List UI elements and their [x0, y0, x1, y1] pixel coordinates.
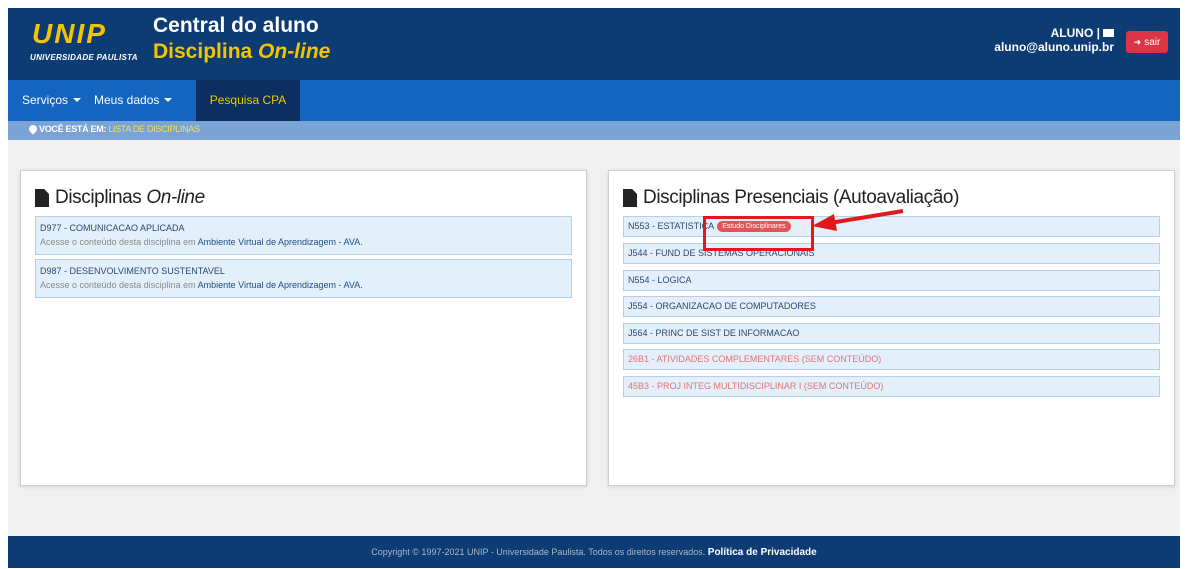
- nav-item-label: Meus dados: [94, 93, 160, 107]
- course-hint: Acesse o conteúdo desta disciplina em Am…: [40, 278, 567, 292]
- panel-title: Disciplinas On-line: [35, 187, 205, 209]
- course-name[interactable]: N554 - LOGICA: [628, 275, 692, 285]
- privacy-policy-link[interactable]: Política de Privacidade: [708, 547, 817, 558]
- logout-label: sair: [1144, 36, 1161, 48]
- app-subtitle-italic: On-line: [258, 40, 331, 63]
- course-row[interactable]: D987 - DESENVOLVIMENTO SUSTENTAVEL Acess…: [35, 259, 572, 298]
- presencial-courses-panel: Disciplinas Presenciais (Autoavaliação) …: [608, 170, 1175, 486]
- highlight-annotation-box: [703, 216, 814, 251]
- course-name[interactable]: J554 - ORGANIZACAO DE COMPUTADORES: [628, 301, 816, 311]
- user-info: ALUNO | aluno@aluno.unip.br: [994, 26, 1114, 54]
- nav-item-label: Serviços: [22, 93, 69, 107]
- panel-title-text: Disciplinas Presenciais (Autoavaliação): [643, 187, 959, 208]
- course-hint-text: Acesse o conteúdo desta disciplina em: [40, 237, 198, 247]
- nav-item-pesquisa-cpa[interactable]: Pesquisa CPA: [196, 80, 300, 121]
- app-title: Central do aluno: [153, 14, 319, 37]
- course-row[interactable]: J564 - PRINC DE SIST DE INFORMACAO: [623, 323, 1160, 344]
- course-row[interactable]: N554 - LOGICA: [623, 270, 1160, 291]
- file-icon: [623, 189, 637, 207]
- course-name: 45B3 - PROJ INTEG MULTIDISCIPLINAR I (SE…: [628, 381, 884, 391]
- breadcrumb: VOCÊ ESTÁ EM: LISTA DE DISCIPLINAS: [8, 121, 1180, 140]
- breadcrumb-current[interactable]: LISTA DE DISCIPLINAS: [108, 124, 200, 134]
- map-marker-icon: [27, 123, 39, 135]
- header: UNIP UNIVERSIDADE PAULISTA Central do al…: [8, 8, 1180, 80]
- main-nav: Serviços Meus dados Pesquisa CPA: [8, 80, 1180, 121]
- user-name-line: ALUNO |: [994, 26, 1114, 40]
- online-courses-panel: Disciplinas On-line D977 - COMUNICACAO A…: [20, 170, 587, 486]
- course-name[interactable]: N553 - ESTATISTICA: [628, 221, 714, 231]
- file-icon: [35, 189, 49, 207]
- caret-down-icon: [164, 98, 173, 102]
- course-name[interactable]: D987 - DESENVOLVIMENTO SUSTENTAVEL: [40, 264, 567, 278]
- panel-title-prefix: Disciplinas: [55, 187, 142, 208]
- user-name: ALUNO |: [1050, 26, 1100, 40]
- course-hint-text: Acesse o conteúdo desta disciplina em: [40, 280, 198, 290]
- panel-title-italic: On-line: [146, 187, 205, 208]
- course-row[interactable]: D977 - COMUNICACAO APLICADA Acesse o con…: [35, 216, 572, 255]
- page-frame: UNIP UNIVERSIDADE PAULISTA Central do al…: [8, 8, 1180, 568]
- course-name: 26B1 - ATIVIDADES COMPLEMENTARES (SEM CO…: [628, 354, 882, 364]
- nav-item-meus-dados[interactable]: Meus dados: [94, 80, 173, 121]
- envelope-icon[interactable]: [1103, 29, 1114, 37]
- app-subtitle: Disciplina On-line: [153, 40, 330, 64]
- course-name[interactable]: D977 - COMUNICACAO APLICADA: [40, 221, 567, 235]
- user-email: aluno@aluno.unip.br: [994, 40, 1114, 54]
- course-row[interactable]: J554 - ORGANIZACAO DE COMPUTADORES: [623, 296, 1160, 317]
- course-name[interactable]: J564 - PRINC DE SIST DE INFORMACAO: [628, 328, 799, 338]
- app-subtitle-prefix: Disciplina: [153, 40, 259, 63]
- sign-out-icon: ➜: [1133, 36, 1142, 47]
- course-row-disabled: 45B3 - PROJ INTEG MULTIDISCIPLINAR I (SE…: [623, 376, 1160, 397]
- caret-down-icon: [73, 98, 82, 102]
- copyright-text: Copyright © 1997-2021 UNIP - Universidad…: [371, 547, 706, 557]
- logo-subtitle: UNIVERSIDADE PAULISTA: [30, 53, 138, 62]
- course-row-disabled: 26B1 - ATIVIDADES COMPLEMENTARES (SEM CO…: [623, 349, 1160, 370]
- ava-link[interactable]: Ambiente Virtual de Aprendizagem - AVA.: [198, 237, 363, 247]
- nav-item-servicos[interactable]: Serviços: [22, 80, 82, 121]
- breadcrumb-prefix: VOCÊ ESTÁ EM:: [39, 124, 107, 134]
- panel-title: Disciplinas Presenciais (Autoavaliação): [623, 187, 959, 209]
- course-hint: Acesse o conteúdo desta disciplina em Am…: [40, 235, 567, 249]
- logout-button[interactable]: ➜ sair: [1126, 31, 1168, 53]
- unip-logo[interactable]: UNIP: [32, 18, 107, 50]
- breadcrumb-text: VOCÊ ESTÁ EM: LISTA DE DISCIPLINAS: [39, 124, 200, 134]
- ava-link[interactable]: Ambiente Virtual de Aprendizagem - AVA.: [198, 280, 363, 290]
- footer: Copyright © 1997-2021 UNIP - Universidad…: [8, 536, 1180, 568]
